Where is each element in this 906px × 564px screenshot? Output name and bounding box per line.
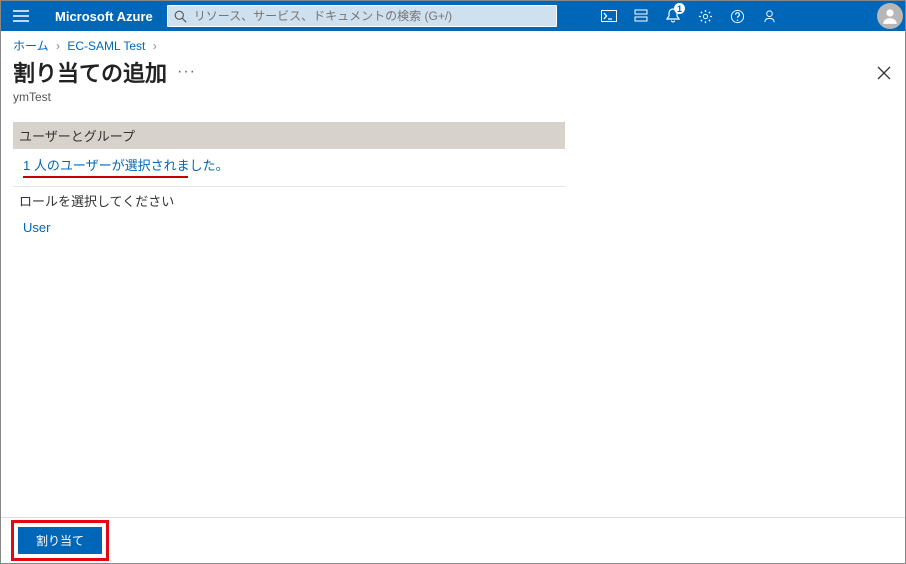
help-button[interactable]	[721, 1, 753, 31]
assign-highlight: 割り当て	[11, 520, 109, 561]
breadcrumb-home[interactable]: ホーム	[13, 39, 49, 53]
directories-button[interactable]	[625, 1, 657, 31]
assign-button[interactable]: 割り当て	[18, 527, 102, 554]
more-actions-button[interactable]: ···	[177, 63, 196, 81]
page-subtitle: ymTest	[13, 90, 893, 104]
person-icon	[881, 7, 899, 25]
hamburger-icon	[13, 10, 29, 22]
chevron-right-icon: ›	[56, 39, 60, 53]
page-title: 割り当ての追加	[13, 56, 167, 88]
search-input[interactable]	[194, 6, 556, 26]
role-select-label: ロールを選択してください	[13, 186, 565, 214]
highlight-underline	[23, 176, 188, 178]
avatar	[877, 3, 903, 29]
brand-label: Microsoft Azure	[41, 9, 167, 24]
footer-bar: 割り当て	[1, 517, 905, 563]
feedback-icon	[762, 9, 777, 24]
search-icon	[168, 10, 194, 23]
filter-icon	[634, 9, 648, 23]
assignment-section: ユーザーとグループ 1 人のユーザーが選択されました。 ロールを選択してください…	[13, 122, 565, 241]
hamburger-menu[interactable]	[1, 1, 41, 31]
users-selected-link[interactable]: 1 人のユーザーが選択されました。	[23, 158, 229, 173]
account-area[interactable]	[785, 1, 905, 31]
settings-button[interactable]	[689, 1, 721, 31]
gear-icon	[698, 9, 713, 24]
close-button[interactable]	[877, 66, 891, 80]
users-groups-header: ユーザーとグループ	[13, 122, 565, 149]
cloud-shell-icon	[601, 10, 617, 22]
feedback-button[interactable]	[753, 1, 785, 31]
chevron-right-icon: ›	[153, 39, 157, 53]
global-search[interactable]	[167, 5, 557, 27]
users-selected-row[interactable]: 1 人のユーザーが選択されました。	[13, 149, 565, 186]
cloud-shell-button[interactable]	[593, 1, 625, 31]
breadcrumb: ホーム › EC-SAML Test ›	[1, 31, 905, 54]
help-icon	[730, 9, 745, 24]
breadcrumb-app[interactable]: EC-SAML Test	[67, 39, 145, 53]
notifications-button[interactable]: 1	[657, 1, 689, 31]
notifications-badge: 1	[674, 3, 685, 14]
role-select-value[interactable]: User	[13, 214, 565, 241]
close-icon	[877, 66, 891, 80]
